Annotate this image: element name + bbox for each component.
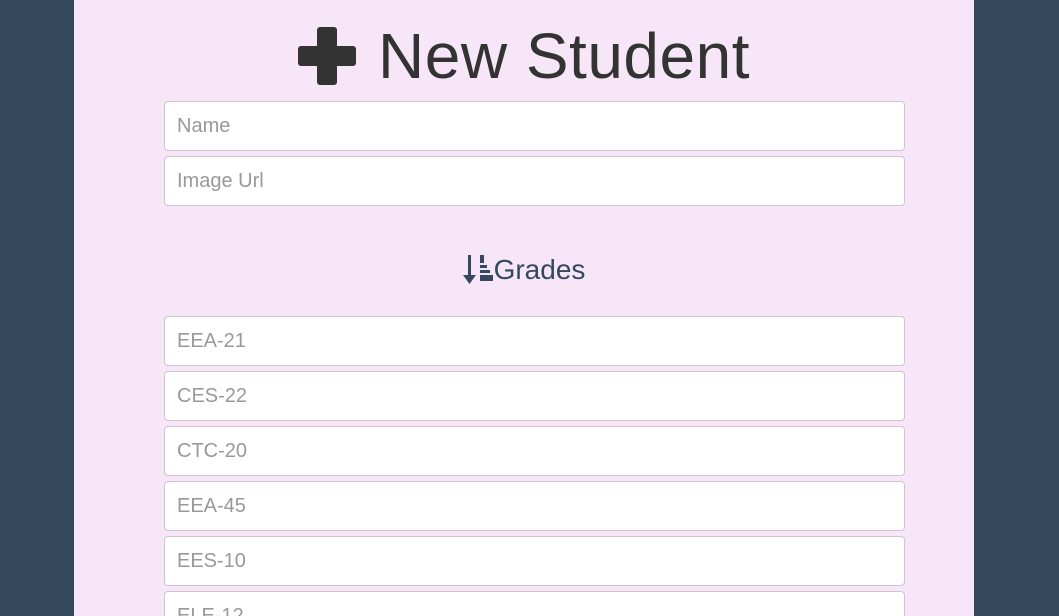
new-student-panel: New Student Grades xyxy=(74,0,974,616)
plus-icon xyxy=(298,27,357,85)
image-url-input[interactable] xyxy=(164,156,905,206)
grade-input-ees-10[interactable] xyxy=(164,536,905,586)
grades-heading: Grades xyxy=(74,248,974,292)
grade-input-ele-12[interactable] xyxy=(164,591,905,616)
grade-input-ctc-20[interactable] xyxy=(164,426,905,476)
grade-input-eea-21[interactable] xyxy=(164,316,905,366)
sort-numeric-down-icon xyxy=(462,255,493,284)
grades-heading-label: Grades xyxy=(493,254,586,285)
grade-input-ces-22[interactable] xyxy=(164,371,905,421)
name-input[interactable] xyxy=(164,101,905,151)
page-title: New Student xyxy=(74,16,974,96)
page-title-text: New Student xyxy=(378,20,750,92)
grade-input-eea-45[interactable] xyxy=(164,481,905,531)
